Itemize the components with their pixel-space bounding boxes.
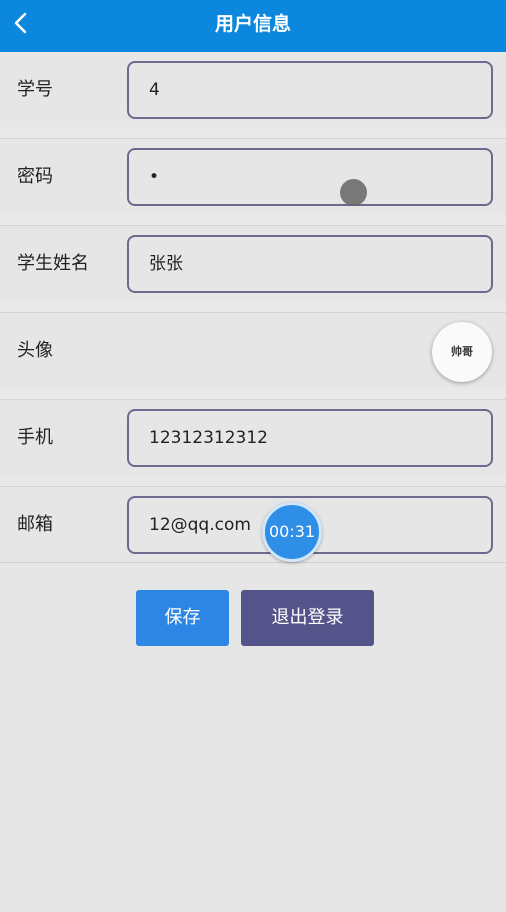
avatar-label: 头像 [17, 340, 53, 361]
row-divider [0, 301, 506, 313]
student-id-row: 学号 4 [0, 52, 506, 128]
student-name-row: 学生姓名 张张 [0, 226, 506, 302]
student-name-input[interactable]: 张张 [127, 235, 493, 293]
avatar-image-text: 帅哥 [451, 345, 473, 358]
row-divider [0, 475, 506, 487]
student-id-input[interactable]: 4 [127, 61, 493, 119]
avatar-row: 头像 帅哥 [0, 313, 506, 389]
password-input[interactable]: • [127, 148, 493, 206]
save-button[interactable]: 保存 [136, 590, 229, 646]
row-divider [0, 388, 506, 400]
row-divider [0, 214, 506, 226]
email-row: 邮箱 12@qq.com [0, 487, 506, 563]
password-label: 密码 [17, 166, 53, 187]
touch-indicator [340, 179, 367, 206]
page-title: 用户信息 [214, 13, 291, 35]
phone-input[interactable]: 12312312312 [127, 409, 493, 467]
app-header: 用户信息 [0, 0, 506, 52]
phone-row: 手机 12312312312 [0, 400, 506, 476]
recording-timer[interactable]: 00:31 [262, 502, 322, 562]
email-label: 邮箱 [17, 514, 53, 535]
avatar[interactable]: 帅哥 [432, 322, 492, 382]
phone-label: 手机 [17, 427, 53, 448]
student-name-label: 学生姓名 [17, 253, 89, 274]
row-divider [0, 127, 506, 139]
student-id-label: 学号 [17, 79, 53, 100]
password-row: 密码 • [0, 139, 506, 215]
logout-button[interactable]: 退出登录 [241, 590, 374, 646]
